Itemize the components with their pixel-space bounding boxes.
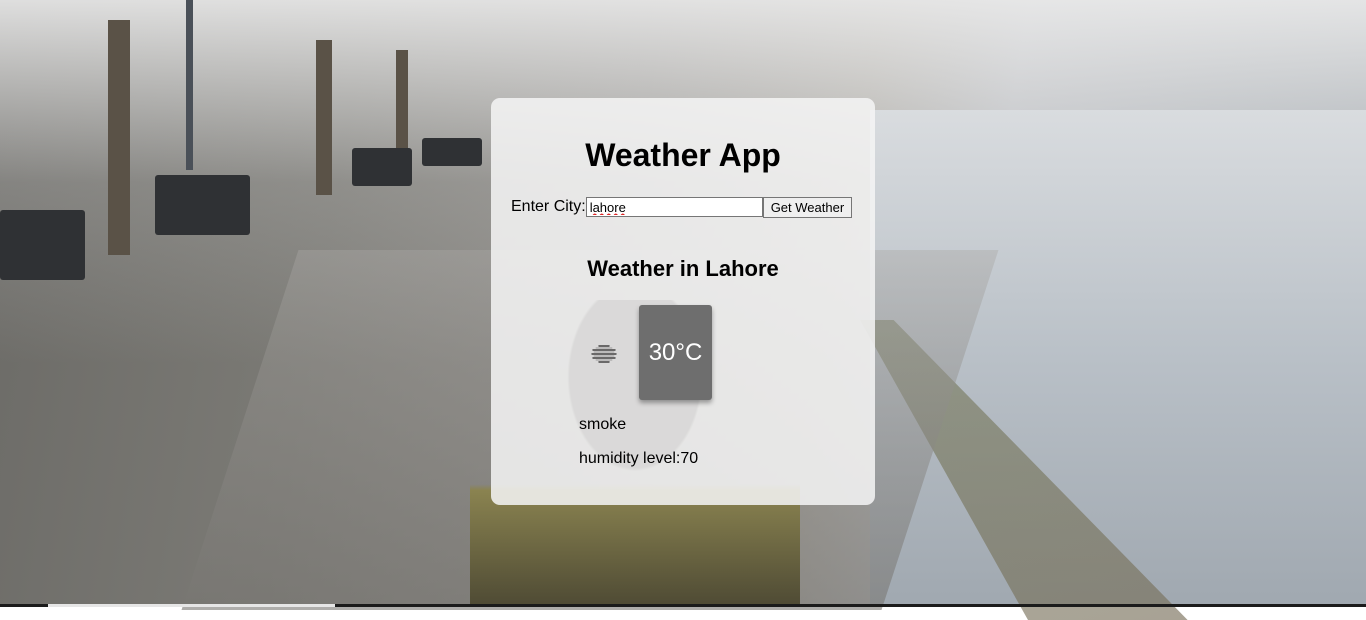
- humidity-level: humidity level:70: [579, 450, 699, 467]
- background-bench: [155, 175, 250, 235]
- get-weather-button[interactable]: Get Weather: [762, 196, 853, 218]
- app-title: Weather App: [585, 137, 781, 173]
- weather-heading: Weather in Lahore: [587, 256, 779, 281]
- temperature-box: 30°C: [639, 305, 712, 400]
- weather-description: smoke: [579, 416, 627, 433]
- city-input[interactable]: [585, 197, 763, 217]
- haze-icon: [589, 341, 619, 367]
- temperature-value: 30°C: [648, 338, 703, 366]
- city-label: Enter City:: [511, 198, 586, 215]
- city-search-form: Enter City: Get Weather: [511, 196, 853, 218]
